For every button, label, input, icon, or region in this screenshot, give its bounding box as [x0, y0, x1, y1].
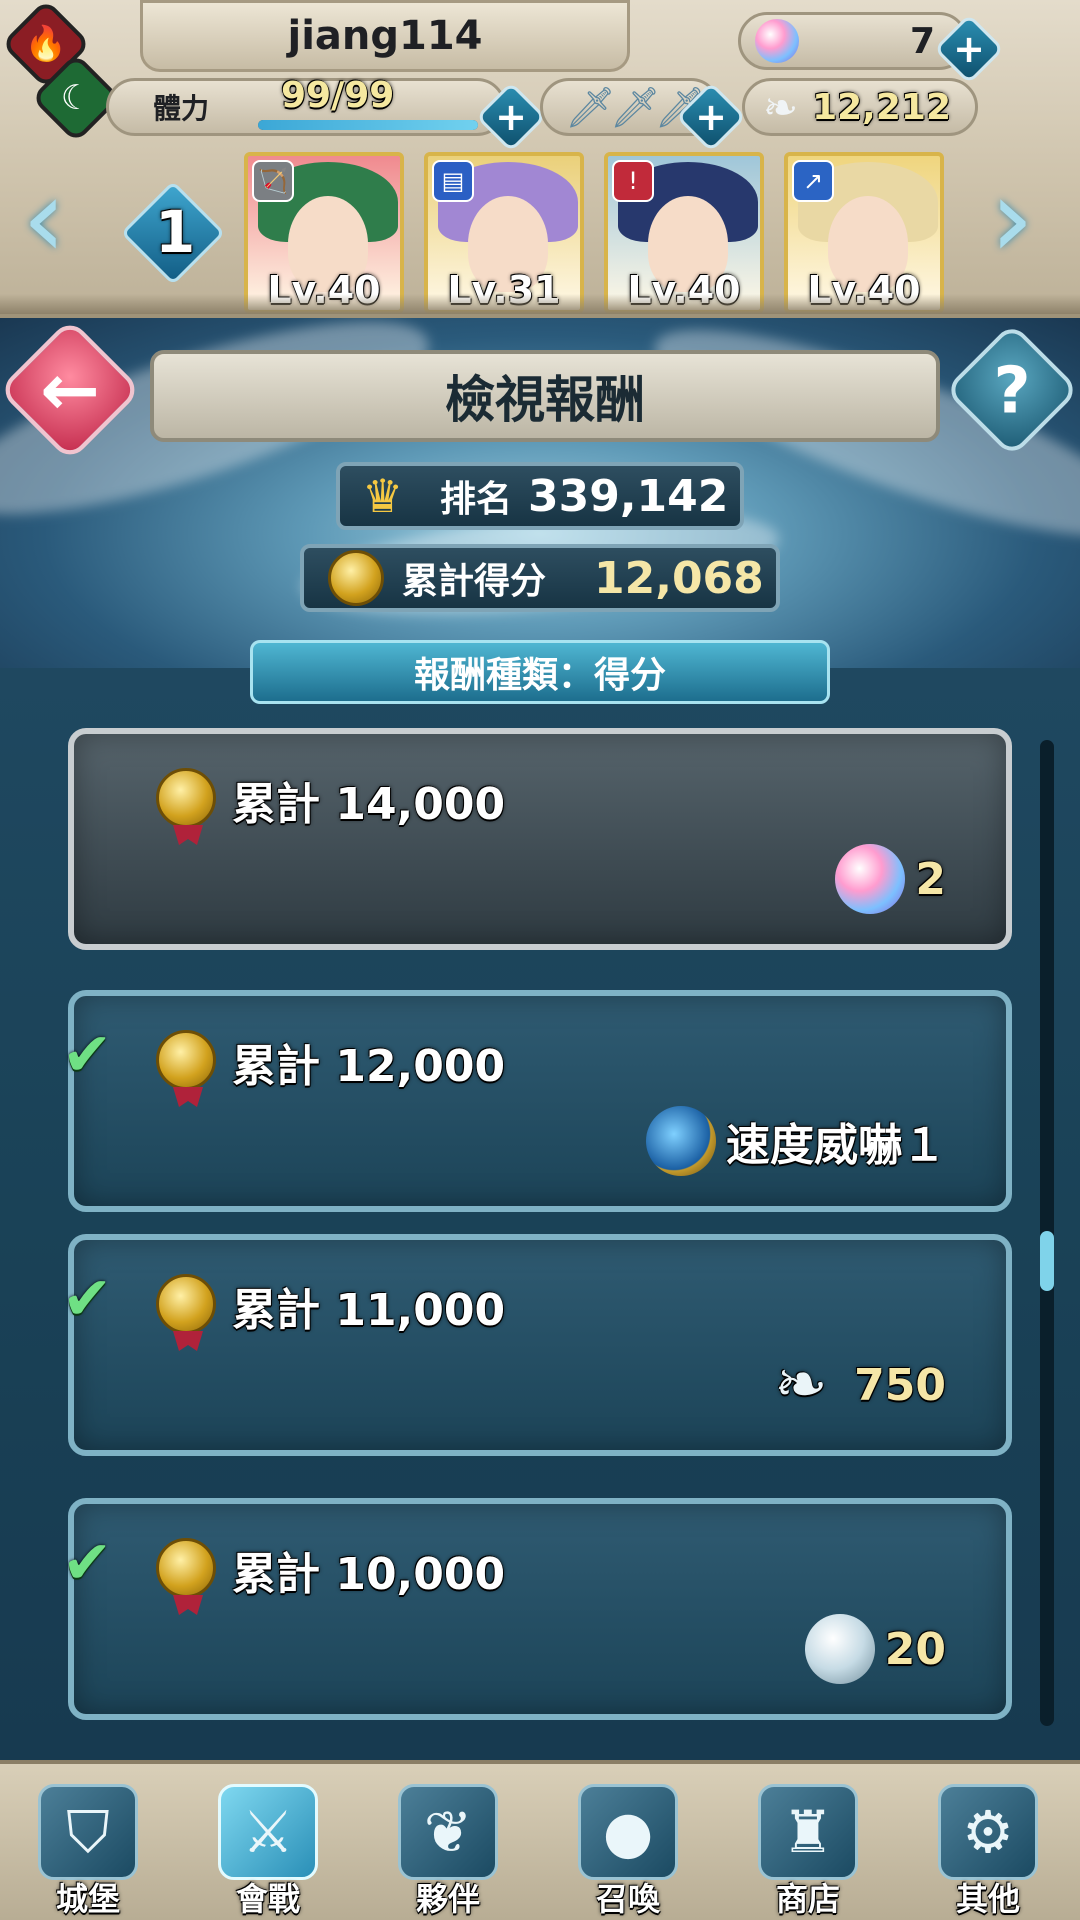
reward-item: 速度威嚇１ — [646, 1106, 946, 1176]
score-value: 12,068 — [594, 552, 764, 604]
feather-count: 12,212 — [812, 86, 951, 128]
reward-card[interactable]: 累計 12,000 速度威嚇１ — [68, 990, 1012, 1212]
nav-label: 會戰 — [235, 1880, 300, 1918]
tome-icon: ▤ — [432, 160, 474, 202]
reward-threshold: 累計 10,000 — [232, 1549, 506, 1600]
hero-level: Lv.40 — [267, 268, 381, 312]
orb-icon — [835, 844, 906, 914]
rank-value: 339,142 — [528, 470, 729, 522]
reward-item: ❧ 750 — [774, 1350, 946, 1420]
stamina-value: 99/99 — [281, 75, 395, 116]
reward-list-scrollbar[interactable] — [1040, 740, 1054, 1726]
scrollbar-thumb[interactable] — [1040, 1231, 1054, 1291]
nav-label: 城堡 — [55, 1880, 120, 1918]
page-title: 檢視報酬 — [445, 371, 645, 429]
reward-amount: 750 — [854, 1359, 946, 1411]
nav-label: 召喚 — [595, 1880, 660, 1918]
claimed-check-icon: ✔ — [62, 1264, 113, 1334]
hero-level: Lv.40 — [807, 268, 921, 312]
reward-amount: 速度威嚇１ — [726, 1120, 946, 1171]
stamina-bar — [258, 120, 478, 130]
rank-label: 排名 — [440, 479, 513, 520]
bow-icon: 🏹 — [252, 160, 294, 202]
nav-orb[interactable]: ● 召喚 — [540, 1772, 716, 1920]
team-next-arrow[interactable]: › — [990, 163, 1034, 273]
gear-icon: ⚙ — [938, 1784, 1038, 1880]
feather-icon: ❧ — [774, 1348, 828, 1422]
crown-icon: ♛ — [362, 469, 404, 523]
page-title-banner: 檢視報酬 — [150, 350, 940, 442]
nav-shop-castle[interactable]: ♜ 商店 — [720, 1772, 896, 1920]
reward-threshold: 累計 11,000 — [232, 1285, 506, 1336]
reward-item: 20 — [804, 1614, 946, 1684]
hero-portrait[interactable]: ↗ Lv.40 — [784, 152, 944, 314]
reward-amount: 20 — [884, 1623, 946, 1675]
sword-icon: ! — [612, 160, 654, 202]
lance-icon: ↗ — [792, 160, 834, 202]
username-scroll: jiang114 — [140, 0, 630, 72]
shop-castle-icon: ♜ — [758, 1784, 858, 1880]
reward-item: 2 — [835, 844, 946, 914]
hero-portrait[interactable]: ! Lv.40 — [604, 152, 764, 314]
feather-counter: ❧ 12,212 — [742, 78, 978, 136]
stamina-bar-fill — [258, 120, 478, 130]
nav-label: 夥伴 — [415, 1880, 480, 1918]
reward-amount: 2 — [915, 853, 946, 905]
hero-level: Lv.31 — [447, 268, 561, 312]
badge-icon — [804, 1614, 875, 1684]
reward-card[interactable]: 累計 10,000 20 — [68, 1498, 1012, 1720]
reward-threshold: 累計 12,000 — [232, 1041, 506, 1092]
hero-portrait[interactable]: 🏹 Lv.40 — [244, 152, 404, 314]
wing-icon: ❦ — [398, 1784, 498, 1880]
orb-count: 7 — [909, 20, 935, 62]
rank-display: ♛ 排名 339,142 — [336, 462, 744, 530]
score-medal-icon — [328, 550, 384, 606]
reward-type-label: 報酬種類：得分 — [413, 655, 666, 696]
nav-wing[interactable]: ❦ 夥伴 — [360, 1772, 536, 1920]
dueling-swords-icon: 🗡🗡🗡 — [565, 84, 705, 131]
score-medal-icon — [156, 1030, 216, 1090]
team-prev-arrow[interactable]: ‹ — [22, 163, 66, 273]
username: jiang114 — [287, 13, 483, 59]
orb-counter: 7 — [738, 12, 968, 70]
score-medal-icon — [156, 768, 216, 828]
castle-crest-icon: ⛉ — [38, 1784, 138, 1880]
score-medal-icon — [156, 1538, 216, 1598]
score-medal-icon — [156, 1274, 216, 1334]
orb-icon — [755, 19, 799, 63]
top-status-bar: 🔥 ☾ jiang114 7 + 體力 99/99 + 🗡🗡🗡 + ❧ 12,2… — [0, 0, 1080, 318]
reward-card[interactable]: 累計 11,000 ❧ 750 — [68, 1234, 1012, 1456]
claimed-check-icon: ✔ — [62, 1528, 113, 1598]
reward-threshold: 累計 14,000 — [232, 779, 506, 830]
hero-level: Lv.40 — [627, 268, 741, 312]
feather-icon: ❧ — [763, 82, 799, 132]
nav-label: 其他 — [955, 1880, 1020, 1918]
orb-icon: ● — [578, 1784, 678, 1880]
nav-castle-crest[interactable]: ⛉ 城堡 — [0, 1772, 176, 1920]
reward-card[interactable]: 累計 14,000 2 — [68, 728, 1012, 950]
stamina-label: 體力 — [153, 92, 210, 125]
skill-scroll-icon — [646, 1106, 716, 1176]
score-label: 累計得分 — [402, 561, 547, 602]
score-display: 累計得分 12,068 — [300, 544, 780, 612]
nav-label: 商店 — [775, 1880, 840, 1918]
nav-crossed-swords[interactable]: ⚔ 會戰 — [180, 1772, 356, 1920]
crossed-swords-icon: ⚔ — [218, 1784, 318, 1880]
nav-gear[interactable]: ⚙ 其他 — [900, 1772, 1076, 1920]
bottom-nav: ⛉ 城堡 ⚔ 會戰 ❦ 夥伴 ● 召喚 ♜ 商店 ⚙ 其他 — [0, 1760, 1080, 1920]
reward-type-tab[interactable]: 報酬種類：得分 — [250, 640, 830, 704]
claimed-check-icon: ✔ — [62, 1020, 113, 1090]
hero-portrait[interactable]: ▤ Lv.31 — [424, 152, 584, 314]
team-number: 1 — [155, 198, 196, 266]
